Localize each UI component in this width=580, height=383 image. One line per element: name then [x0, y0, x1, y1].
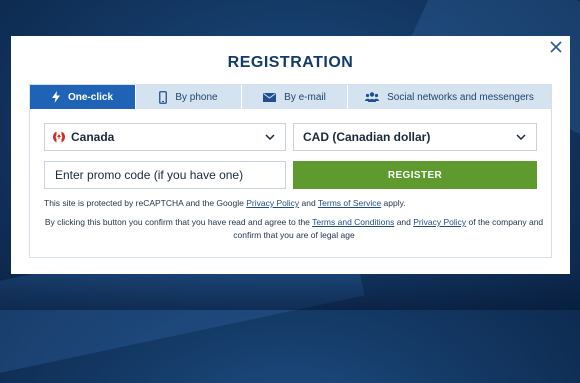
consent-text: By clicking this button you confirm that…	[44, 217, 313, 227]
recaptcha-text: This site is protected by reCAPTCHA and …	[44, 198, 247, 208]
promo-code-input[interactable]	[44, 161, 286, 189]
chevron-down-icon	[263, 130, 277, 144]
close-icon[interactable]	[548, 39, 564, 55]
recaptcha-notice: This site is protected by reCAPTCHA and …	[44, 198, 544, 208]
registration-tabs: One-click By phone By e-mail Social netw…	[30, 85, 551, 109]
chevron-down-icon	[514, 130, 528, 144]
recaptcha-text: and	[299, 198, 318, 208]
terms-of-service-link[interactable]: Terms of Service	[318, 198, 381, 208]
users-icon	[365, 92, 380, 102]
tab-one-click[interactable]: One-click	[30, 85, 136, 109]
registration-panel: One-click By phone By e-mail Social netw…	[29, 84, 552, 258]
consent-notice: By clicking this button you confirm that…	[44, 216, 544, 242]
tab-label: By e-mail	[284, 91, 326, 103]
tab-label: By phone	[175, 91, 218, 103]
tab-label: One-click	[67, 91, 114, 103]
tab-label: Social networks and messengers	[387, 91, 534, 103]
phone-icon	[159, 90, 168, 104]
registration-modal: REGISTRATION One-click By phone By e-mai…	[11, 36, 570, 274]
privacy-policy-link[interactable]: Privacy Policy	[246, 198, 299, 208]
background-decoration	[0, 270, 580, 310]
tab-by-email[interactable]: By e-mail	[242, 85, 348, 109]
currency-select[interactable]: CAD (Canadian dollar)	[293, 123, 537, 151]
envelope-icon	[263, 92, 277, 102]
company-privacy-policy-link[interactable]: Privacy Policy	[413, 217, 466, 227]
currency-value: CAD (Canadian dollar)	[303, 130, 431, 144]
recaptcha-text: apply.	[381, 198, 406, 208]
terms-and-conditions-link[interactable]: Terms and Conditions	[312, 217, 394, 227]
register-button[interactable]: REGISTER	[293, 161, 537, 189]
tab-by-phone[interactable]: By phone	[136, 85, 242, 109]
country-select[interactable]: Canada	[44, 123, 286, 151]
consent-text: and	[394, 217, 414, 227]
modal-title: REGISTRATION	[227, 54, 354, 71]
country-value: Canada	[71, 130, 115, 144]
canada-flag-icon	[53, 131, 65, 143]
lightning-icon	[51, 91, 60, 103]
tab-social-networks[interactable]: Social networks and messengers	[348, 85, 551, 109]
